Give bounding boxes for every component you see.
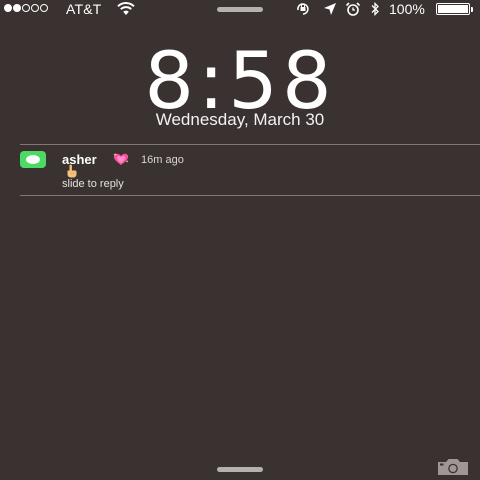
- signal-dot: [22, 4, 30, 12]
- location-arrow-icon: [323, 2, 337, 21]
- camera-icon[interactable]: [436, 458, 470, 476]
- wifi-icon: [116, 2, 136, 21]
- signal-dot: [40, 4, 48, 12]
- signal-dot: [13, 4, 21, 12]
- battery-cap: [471, 7, 473, 12]
- battery-icon: [436, 3, 470, 15]
- notification-divider: [20, 195, 480, 196]
- alarm-clock-icon: [345, 2, 361, 21]
- bluetooth-icon: [370, 1, 380, 21]
- carrier-name: AT&T: [66, 1, 102, 17]
- notification-center-grabber[interactable]: [217, 7, 263, 12]
- notification-divider: [20, 144, 480, 145]
- sparkling-heart-icon: [112, 152, 130, 166]
- messages-icon: [20, 151, 46, 168]
- slide-to-reply-hint: slide to reply: [62, 178, 124, 190]
- lock-screen-date: Wednesday, March 30: [155, 110, 325, 129]
- signal-dot: [4, 4, 12, 12]
- lock-screen: AT&T 100% 8:58 Wednesday, March 30 asher…: [0, 0, 480, 480]
- signal-dot: [31, 4, 39, 12]
- control-center-grabber[interactable]: [217, 467, 263, 472]
- pointing-hand-icon: [64, 164, 78, 178]
- battery-percentage: 100%: [389, 1, 425, 17]
- rotation-lock-icon: [295, 2, 311, 21]
- status-bar: AT&T 100%: [0, 0, 480, 18]
- notification-time: 16m ago: [141, 154, 184, 166]
- signal-strength: [4, 4, 48, 12]
- battery-level: [438, 5, 468, 13]
